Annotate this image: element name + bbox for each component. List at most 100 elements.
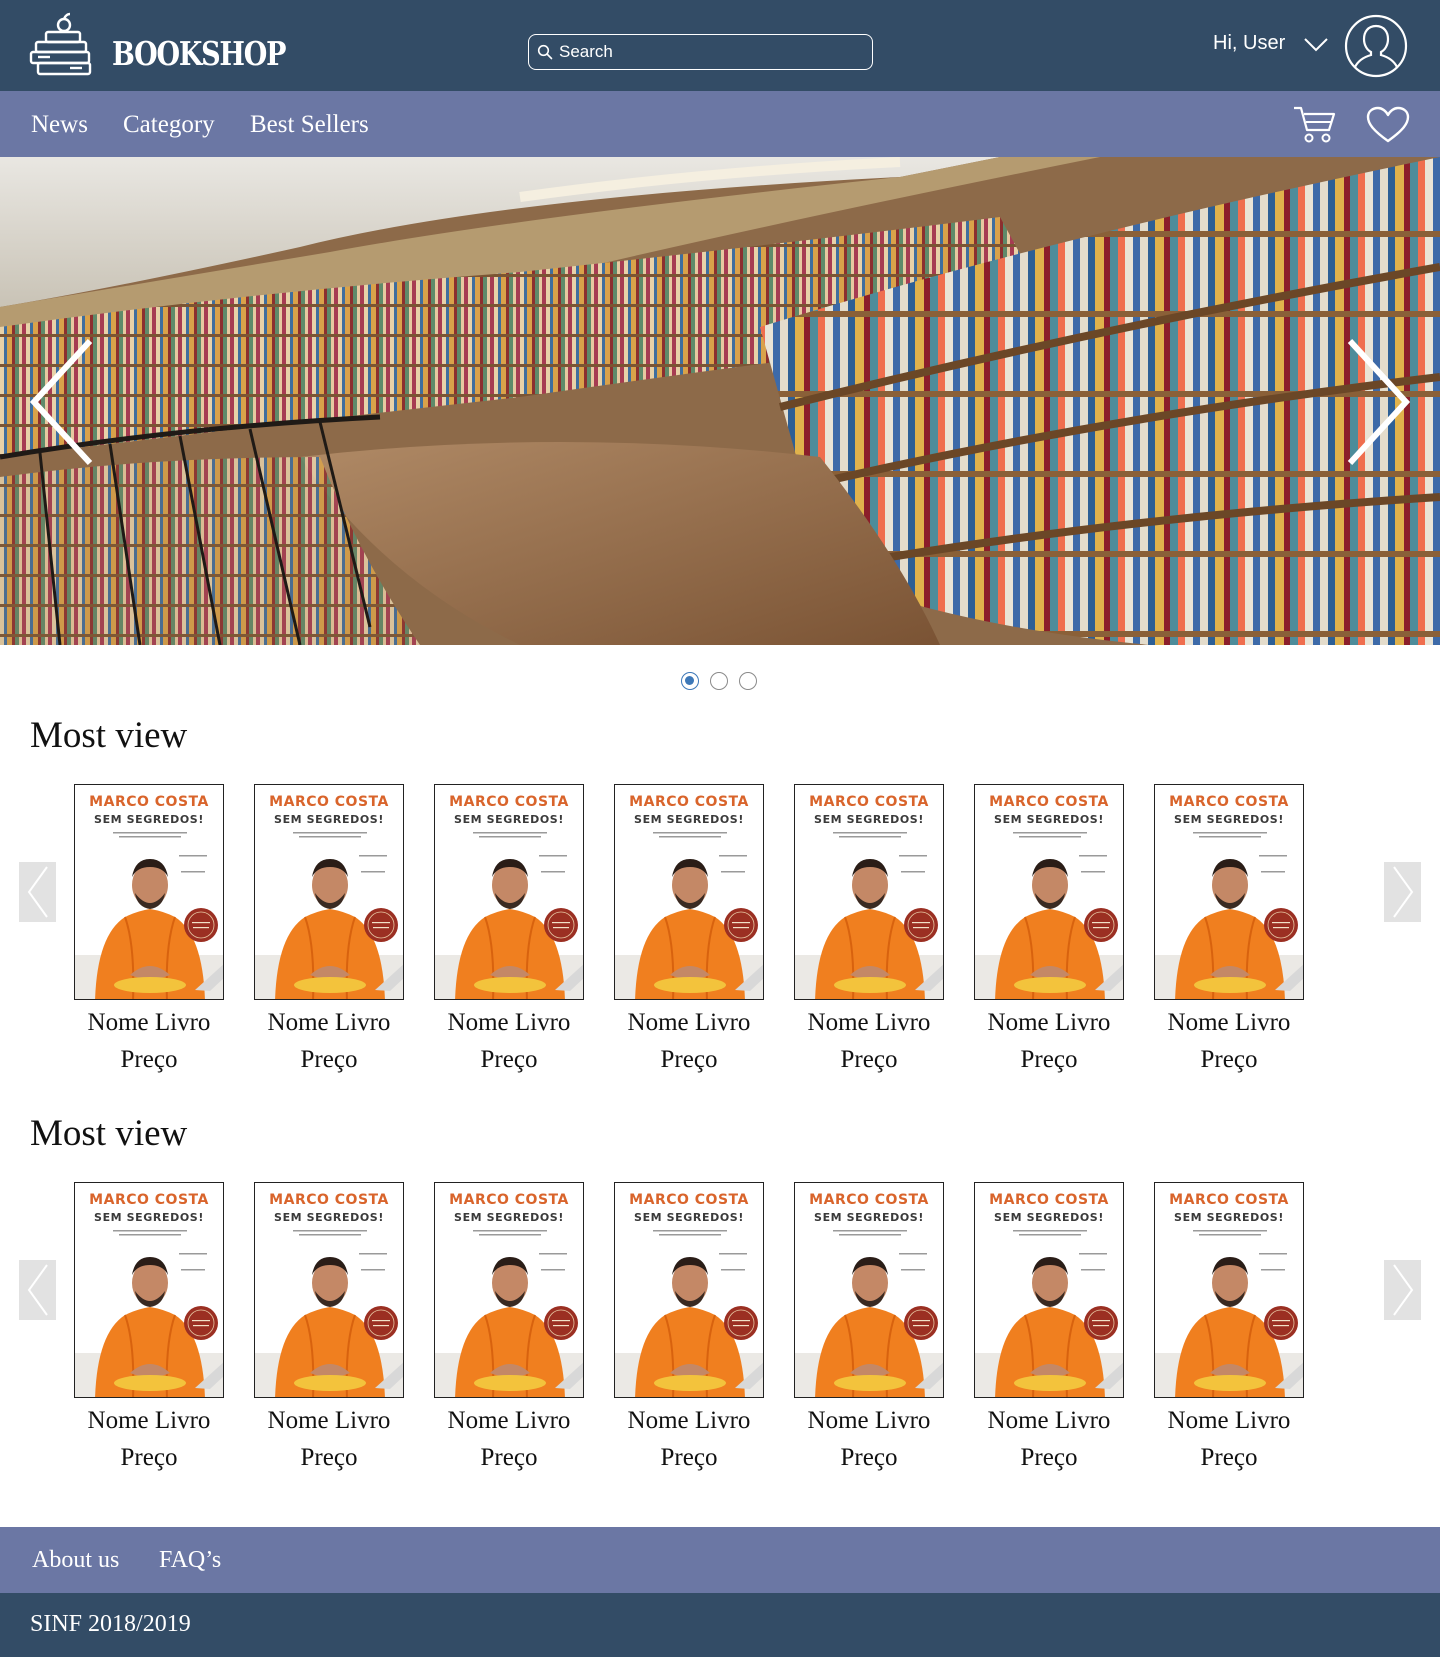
- footer-bottom: SINF 2018/2019: [0, 1593, 1440, 1657]
- product-card[interactable]: MARCO COSTA SEM SEGREDOS! Nome Livro Preço: [973, 784, 1125, 1072]
- footer-links-bar: About us FAQ’s: [0, 1527, 1440, 1593]
- book-cover-image[interactable]: MARCO COSTA SEM SEGREDOS!: [974, 1182, 1124, 1398]
- product-price: Preço: [840, 1444, 898, 1471]
- hero-slider: [0, 157, 1440, 645]
- book-cover-author: MARCO COSTA: [989, 1192, 1109, 1208]
- book-cover-author: MARCO COSTA: [89, 794, 209, 810]
- book-cover-title: SEM SEGREDOS!: [454, 813, 564, 826]
- hero-dot-3[interactable]: [739, 672, 757, 690]
- book-cover-author: MARCO COSTA: [989, 794, 1109, 810]
- product-card[interactable]: MARCO COSTA SEM SEGREDOS! Nome Livro Preço: [73, 1182, 225, 1470]
- product-card[interactable]: MARCO COSTA SEM SEGREDOS! Nome Livro Preço: [253, 784, 405, 1072]
- hero-library-image: [0, 157, 1440, 645]
- book-cover-author: MARCO COSTA: [449, 1192, 569, 1208]
- product-price: Preço: [840, 1046, 898, 1073]
- product-name[interactable]: Nome Livro: [253, 1408, 405, 1433]
- book-cover-title: SEM SEGREDOS!: [994, 1211, 1104, 1224]
- book-cover-title: SEM SEGREDOS!: [1174, 1211, 1284, 1224]
- footer-link-faq[interactable]: FAQ’s: [159, 1547, 221, 1574]
- brand-name[interactable]: BOOKSHOP: [112, 37, 286, 70]
- product-name[interactable]: Nome Livro: [613, 1408, 765, 1433]
- hero-prev-arrow[interactable]: [28, 337, 98, 467]
- product-name[interactable]: Nome Livro: [973, 1408, 1125, 1433]
- book-cover-image[interactable]: MARCO COSTA SEM SEGREDOS!: [254, 1182, 404, 1398]
- book-cover-image[interactable]: MARCO COSTA SEM SEGREDOS!: [614, 1182, 764, 1398]
- cart-icon[interactable]: [1292, 104, 1336, 144]
- book-cover-author: MARCO COSTA: [809, 794, 929, 810]
- book-cover-title: SEM SEGREDOS!: [94, 813, 204, 826]
- hero-dot-1[interactable]: [681, 672, 699, 690]
- search-box[interactable]: [528, 34, 873, 70]
- book-cover-title: SEM SEGREDOS!: [94, 1211, 204, 1224]
- book-cover-image[interactable]: MARCO COSTA SEM SEGREDOS!: [254, 784, 404, 1000]
- book-cover-image[interactable]: MARCO COSTA SEM SEGREDOS!: [1154, 784, 1304, 1000]
- book-cover-author: MARCO COSTA: [1169, 1192, 1289, 1208]
- product-card[interactable]: MARCO COSTA SEM SEGREDOS! Nome Livro Preço: [1153, 1182, 1305, 1470]
- nav-link-category[interactable]: Category: [123, 111, 215, 139]
- nav-link-news[interactable]: News: [31, 111, 88, 139]
- product-price: Preço: [120, 1046, 178, 1073]
- book-cover-author: MARCO COSTA: [89, 1192, 209, 1208]
- bookshop-logo-icon[interactable]: [28, 12, 96, 78]
- chevron-left-icon: [27, 1264, 48, 1316]
- carousel-next-button[interactable]: [1384, 862, 1421, 922]
- book-cover-author: MARCO COSTA: [449, 794, 569, 810]
- book-cover-image[interactable]: MARCO COSTA SEM SEGREDOS!: [794, 1182, 944, 1398]
- carousel-next-button[interactable]: [1384, 1260, 1421, 1320]
- nav-bar: News Category Best Sellers: [0, 91, 1440, 157]
- book-cover-image[interactable]: MARCO COSTA SEM SEGREDOS!: [74, 784, 224, 1000]
- product-name[interactable]: Nome Livro: [793, 1408, 945, 1433]
- book-cover-image[interactable]: MARCO COSTA SEM SEGREDOS!: [974, 784, 1124, 1000]
- product-price: Preço: [480, 1046, 538, 1073]
- search-input[interactable]: [559, 42, 859, 62]
- chevron-down-icon[interactable]: [1303, 36, 1329, 54]
- product-card[interactable]: MARCO COSTA SEM SEGREDOS! Nome Livro Preço: [253, 1182, 405, 1470]
- product-card[interactable]: MARCO COSTA SEM SEGREDOS! Nome Livro Preço: [1153, 784, 1305, 1072]
- footer-link-about[interactable]: About us: [32, 1547, 119, 1574]
- product-card[interactable]: MARCO COSTA SEM SEGREDOS! Nome Livro Preço: [433, 784, 585, 1072]
- book-cover-title: SEM SEGREDOS!: [634, 813, 744, 826]
- product-card[interactable]: MARCO COSTA SEM SEGREDOS! Nome Livro Preço: [73, 784, 225, 1072]
- user-greeting[interactable]: Hi, User: [1213, 32, 1285, 55]
- product-name[interactable]: Nome Livro: [613, 1010, 765, 1035]
- hero-next-arrow[interactable]: [1342, 337, 1412, 467]
- book-cover-title: SEM SEGREDOS!: [634, 1211, 744, 1224]
- book-cover-author: MARCO COSTA: [629, 1192, 749, 1208]
- product-name[interactable]: Nome Livro: [433, 1010, 585, 1035]
- book-cover-image[interactable]: MARCO COSTA SEM SEGREDOS!: [794, 784, 944, 1000]
- hero-dot-2[interactable]: [710, 672, 728, 690]
- product-name[interactable]: Nome Livro: [973, 1010, 1125, 1035]
- product-name[interactable]: Nome Livro: [253, 1010, 405, 1035]
- product-card[interactable]: MARCO COSTA SEM SEGREDOS! Nome Livro Preço: [613, 784, 765, 1072]
- product-card[interactable]: MARCO COSTA SEM SEGREDOS! Nome Livro Preço: [613, 1182, 765, 1470]
- book-cover-image[interactable]: MARCO COSTA SEM SEGREDOS!: [74, 1182, 224, 1398]
- product-name[interactable]: Nome Livro: [433, 1408, 585, 1433]
- product-card[interactable]: MARCO COSTA SEM SEGREDOS! Nome Livro Preço: [433, 1182, 585, 1470]
- book-cover-author: MARCO COSTA: [1169, 794, 1289, 810]
- product-card[interactable]: MARCO COSTA SEM SEGREDOS! Nome Livro Preço: [973, 1182, 1125, 1470]
- nav-link-best-sellers[interactable]: Best Sellers: [250, 111, 369, 139]
- product-name[interactable]: Nome Livro: [1153, 1010, 1305, 1035]
- product-card[interactable]: MARCO COSTA SEM SEGREDOS! Nome Livro Preço: [793, 1182, 945, 1470]
- book-cover-image[interactable]: MARCO COSTA SEM SEGREDOS!: [614, 784, 764, 1000]
- product-name[interactable]: Nome Livro: [1153, 1408, 1305, 1433]
- product-name[interactable]: Nome Livro: [73, 1010, 225, 1035]
- book-cover-title: SEM SEGREDOS!: [814, 813, 924, 826]
- section-title: Most view: [30, 1113, 188, 1154]
- product-name[interactable]: Nome Livro: [793, 1010, 945, 1035]
- section-title: Most view: [30, 715, 188, 756]
- book-cover-image[interactable]: MARCO COSTA SEM SEGREDOS!: [434, 1182, 584, 1398]
- book-cover-image[interactable]: MARCO COSTA SEM SEGREDOS!: [1154, 1182, 1304, 1398]
- book-cover-title: SEM SEGREDOS!: [814, 1211, 924, 1224]
- user-avatar-icon[interactable]: [1344, 14, 1408, 78]
- product-price: Preço: [1200, 1444, 1258, 1471]
- product-price: Preço: [480, 1444, 538, 1471]
- heart-icon[interactable]: [1366, 106, 1410, 144]
- product-card[interactable]: MARCO COSTA SEM SEGREDOS! Nome Livro Preço: [793, 784, 945, 1072]
- book-cover-image[interactable]: MARCO COSTA SEM SEGREDOS!: [434, 784, 584, 1000]
- chevron-left-icon: [27, 866, 48, 918]
- carousel-prev-button[interactable]: [19, 862, 56, 922]
- carousel-prev-button[interactable]: [19, 1260, 56, 1320]
- book-cover-author: MARCO COSTA: [629, 794, 749, 810]
- product-name[interactable]: Nome Livro: [73, 1408, 225, 1433]
